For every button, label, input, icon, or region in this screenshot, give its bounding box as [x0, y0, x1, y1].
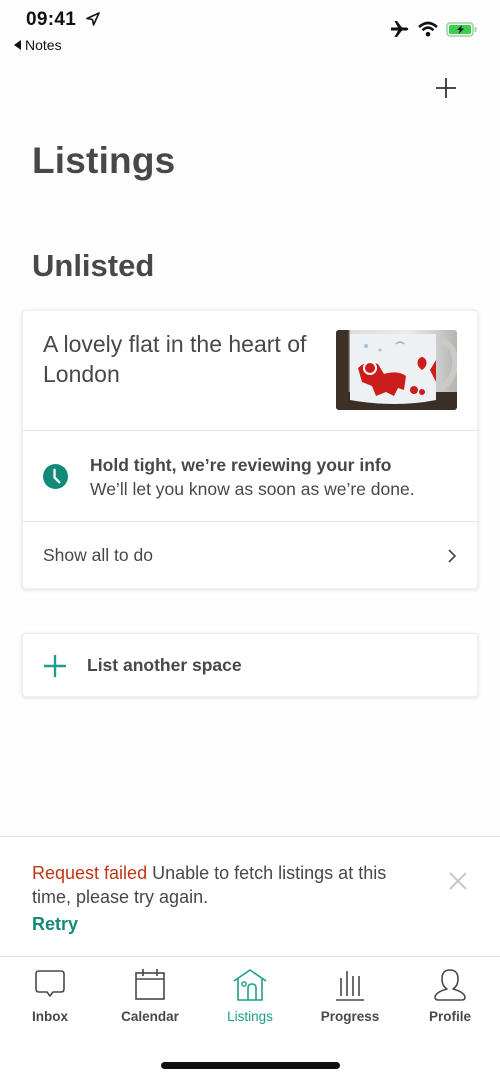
- back-app-label: Notes: [25, 37, 62, 53]
- add-listing-button[interactable]: [434, 76, 458, 100]
- review-subtitle: We’ll let you know as soon as we’re done…: [90, 479, 415, 499]
- tab-label: Progress: [320, 1009, 380, 1024]
- tab-inbox[interactable]: Inbox: [0, 968, 100, 1024]
- tab-profile[interactable]: Profile: [400, 968, 500, 1024]
- tab-label: Profile: [428, 1009, 471, 1024]
- status-bar: 09:41 Notes: [0, 0, 500, 60]
- error-title: Request failed: [32, 863, 148, 883]
- calendar-icon: [135, 969, 165, 1000]
- page-title: Listings: [32, 140, 176, 181]
- location-arrow-icon: [86, 12, 100, 26]
- listing-header[interactable]: A lovely flat in the heart of London: [23, 311, 477, 431]
- chat-bubble-icon: [35, 970, 65, 997]
- home-indicator[interactable]: [161, 1062, 340, 1069]
- battery-charging-icon: [446, 21, 477, 37]
- chevron-right-icon: [448, 549, 457, 563]
- error-banner: Request failed Unable to fetch listings …: [0, 836, 500, 957]
- review-status-row: Hold tight, we’re reviewing your info We…: [23, 431, 477, 522]
- tab-calendar[interactable]: Calendar: [100, 968, 200, 1024]
- review-title: Hold tight, we’re reviewing your info: [90, 455, 392, 475]
- tab-label: Listings: [227, 1009, 273, 1024]
- tab-listings[interactable]: Listings: [200, 968, 300, 1024]
- close-icon[interactable]: [448, 871, 468, 891]
- listing-photo: [336, 330, 457, 410]
- list-another-space-button[interactable]: List another space: [22, 633, 478, 697]
- section-title-unlisted: Unlisted: [32, 248, 155, 283]
- plus-icon: [44, 655, 66, 677]
- tab-label: Calendar: [121, 1009, 179, 1024]
- house-icon: [233, 969, 267, 1001]
- back-triangle-icon: [14, 40, 21, 50]
- error-message: Request failed Unable to fetch listings …: [32, 861, 427, 909]
- listing-name: A lovely flat in the heart of London: [43, 331, 307, 387]
- airplane-icon: [391, 21, 409, 37]
- wifi-icon: [418, 21, 438, 37]
- mug-illustration: [336, 330, 457, 410]
- status-time: 09:41: [26, 9, 77, 30]
- person-icon: [434, 969, 466, 1001]
- back-to-notes[interactable]: Notes: [14, 37, 62, 53]
- tab-progress[interactable]: Progress: [300, 968, 400, 1024]
- tab-label: Inbox: [32, 1009, 68, 1024]
- listing-card: A lovely flat in the heart of London Hol…: [22, 310, 478, 589]
- system-icons: [390, 20, 478, 38]
- clock-icon: [43, 464, 68, 489]
- list-another-space-label: List another space: [87, 655, 242, 675]
- show-all-todo-label: Show all to do: [43, 545, 153, 565]
- show-all-todo-row[interactable]: Show all to do: [23, 522, 477, 588]
- retry-button[interactable]: Retry: [32, 914, 78, 935]
- bar-chart-icon: [336, 971, 364, 1001]
